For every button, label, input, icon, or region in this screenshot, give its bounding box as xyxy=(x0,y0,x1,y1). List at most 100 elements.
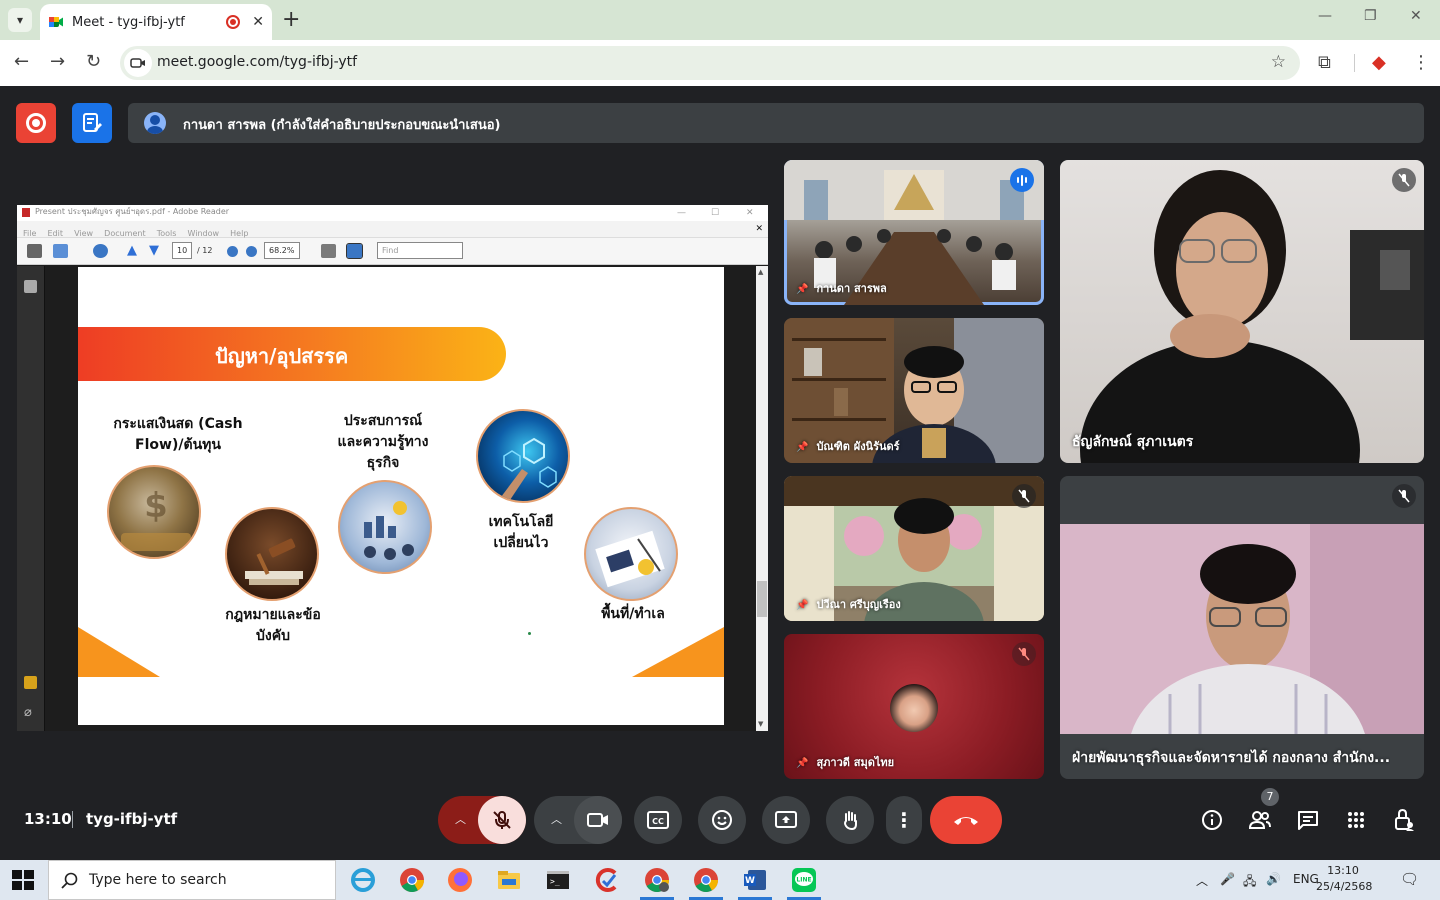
video-options-chevron-icon[interactable]: ︿ xyxy=(551,811,562,827)
chrome-icon-2[interactable] xyxy=(693,867,719,893)
reload-icon[interactable]: ↻ xyxy=(86,52,101,72)
meeting-clock: 13:10 xyxy=(24,810,72,828)
close-tab-icon[interactable]: ✕ xyxy=(252,14,264,30)
participant-tile-supawadee[interactable]: 📌 สุภาวดี สมุดไทย xyxy=(784,634,1044,779)
raise-hand-button[interactable] xyxy=(826,796,874,844)
slide-caption-location: พื้นที่/ทำเล xyxy=(601,606,665,622)
browser-menu-icon[interactable]: ⋮ xyxy=(1412,52,1430,73)
leave-call-button[interactable] xyxy=(930,796,1002,844)
activities-button[interactable] xyxy=(1342,806,1370,834)
minimize-icon[interactable]: — xyxy=(1318,8,1332,24)
tab-meet[interactable]: Meet - tyg-ifbj-ytf ✕ xyxy=(40,4,272,40)
notes-button[interactable] xyxy=(72,103,112,143)
participant-tile-bundit[interactable]: 📌 บัณฑิต ผังนิรันดร์ xyxy=(784,318,1044,463)
speaking-indicator-icon xyxy=(1010,168,1034,192)
comments-panel-icon xyxy=(24,676,37,689)
pdf-icon xyxy=(22,208,30,217)
recording-button[interactable] xyxy=(16,103,56,143)
people-button[interactable] xyxy=(1246,806,1274,834)
reader-maximize-icon: ☐ xyxy=(711,208,720,218)
presenter-banner: กานดา สารพล (กำลังใส่คำอธิบายประกอบขณะนำ… xyxy=(128,103,1424,143)
notifications-icon[interactable]: 🗨 xyxy=(1400,870,1419,888)
show-hidden-icons-chevron-icon[interactable]: ︿ xyxy=(1196,872,1208,889)
windows-start-icon[interactable] xyxy=(12,870,34,890)
internet-explorer-icon[interactable] xyxy=(350,867,376,893)
ccleaner-icon[interactable] xyxy=(595,867,621,893)
camera-icon xyxy=(130,58,145,68)
svg-text:$: $ xyxy=(144,486,168,526)
back-arrow-icon[interactable]: ← xyxy=(14,52,29,72)
participant-tile-kanda[interactable]: 📌 กานดา สารพล xyxy=(784,160,1044,305)
presentation-slide: ปัญหา/อุปสรรค กระแสเงินสด (Cash Flow)/ต้… xyxy=(78,267,724,725)
close-window-icon[interactable]: ✕ xyxy=(1410,8,1422,24)
reactions-button[interactable] xyxy=(698,796,746,844)
reader-minimize-icon: — xyxy=(677,208,686,218)
audio-options-chevron-icon[interactable]: ︿ xyxy=(455,811,466,827)
firefox-icon[interactable] xyxy=(447,867,473,893)
chrome-profile-icon[interactable] xyxy=(644,867,670,893)
participant-tile-finance-dept[interactable]: ฝ่ายพัฒนาธุรกิจและจัดหารายได้ กองกลาง สำ… xyxy=(1060,476,1424,779)
raise-hand-icon xyxy=(844,811,857,831)
print-icon xyxy=(27,244,42,258)
more-options-button[interactable]: ⋮ xyxy=(886,796,922,844)
scroll-up-icon: ▲ xyxy=(758,268,764,276)
host-controls-button[interactable] xyxy=(1390,806,1418,834)
bookmark-star-icon[interactable]: ☆ xyxy=(1271,52,1286,72)
slide-caption-technology: เทคโนโลยี เปลี่ยนไว xyxy=(488,514,554,551)
forward-arrow-icon[interactable]: → xyxy=(50,52,65,72)
microphone-toggle-button[interactable] xyxy=(478,796,526,844)
volume-icon[interactable]: 🔊 xyxy=(1266,872,1281,886)
taskbar-search-box[interactable]: Type here to search xyxy=(48,860,336,900)
scroll-down-icon: ▼ xyxy=(758,720,764,728)
terminal-icon[interactable]: >_ xyxy=(545,867,571,893)
input-language[interactable]: ENG xyxy=(1293,872,1319,886)
search-placeholder: Type here to search xyxy=(89,872,227,888)
participant-name: 📌 ปวีณา ศรีบุญเรือง xyxy=(796,598,901,611)
chrome-icon[interactable] xyxy=(399,867,425,893)
meeting-details-button[interactable] xyxy=(1198,806,1226,834)
muted-mic-icon xyxy=(1392,168,1416,192)
presenter-avatar-icon xyxy=(144,112,166,134)
word-icon[interactable]: W xyxy=(742,867,768,893)
svg-text:CC: CC xyxy=(652,817,664,826)
taskbar-clock[interactable]: 13:10 25/4/2568 xyxy=(1316,863,1372,895)
muted-mic-icon xyxy=(1012,484,1036,508)
participant-tile-thanyalak[interactable]: ธัญลักษณ์ สุภาเนตร xyxy=(1060,160,1424,463)
address-bar[interactable]: meet.google.com/tyg-ifbj-ytf ☆ xyxy=(120,46,1300,80)
tab-title: Meet - tyg-ifbj-ytf xyxy=(72,14,185,30)
captions-button[interactable]: CC xyxy=(634,796,682,844)
map-planning-icon xyxy=(595,530,665,588)
svg-text:>_: >_ xyxy=(550,877,560,886)
more-vertical-icon: ⋮ xyxy=(894,808,914,832)
restore-icon[interactable]: ❐ xyxy=(1364,8,1377,24)
microphone-tray-icon[interactable]: 🎤 xyxy=(1220,872,1235,886)
zoom-field: 68.2% xyxy=(264,242,300,259)
participant-count-badge: 7 xyxy=(1261,788,1279,806)
chat-button[interactable] xyxy=(1294,806,1322,834)
email-icon xyxy=(53,244,68,258)
next-page-icon: ▼ xyxy=(149,243,159,258)
file-explorer-icon[interactable] xyxy=(496,867,522,893)
browser-toolbar: ← → ↻ meet.google.com/tyg-ifbj-ytf ☆ ⧉ ◆… xyxy=(0,40,1440,86)
network-icon[interactable]: 🖧 xyxy=(1243,872,1256,893)
google-meet-icon xyxy=(49,17,63,27)
tab-search-button[interactable]: ▾ xyxy=(8,8,32,32)
record-icon xyxy=(26,113,46,133)
location-planning-image xyxy=(584,507,678,601)
participant-tile-pawina[interactable]: 📌 ปวีณา ศรีบุญเรือง xyxy=(784,476,1044,621)
lightbulb-chart-icon xyxy=(364,501,414,560)
site-info-icon[interactable] xyxy=(124,49,152,77)
fit-width-icon xyxy=(346,243,363,259)
line-app-icon[interactable]: LINE xyxy=(791,867,817,893)
new-tab-button[interactable]: + xyxy=(282,8,300,32)
reader-doc-close-icon: ✕ xyxy=(755,224,763,234)
previous-page-icon: ▲ xyxy=(127,243,137,258)
participant-name: 📌 กานดา สารพล xyxy=(796,282,887,295)
windows-taskbar: Type here to search >_ W LINE ︿ 🎤 🖧 🔊 EN… xyxy=(0,860,1440,900)
profile-avatar-icon[interactable]: ◆ xyxy=(1372,52,1386,73)
page-total: / 12 xyxy=(197,246,213,255)
closed-captions-icon: CC xyxy=(647,811,669,829)
camera-toggle-button[interactable] xyxy=(574,796,622,844)
present-screen-button[interactable] xyxy=(762,796,810,844)
extensions-icon[interactable]: ⧉ xyxy=(1318,52,1331,73)
